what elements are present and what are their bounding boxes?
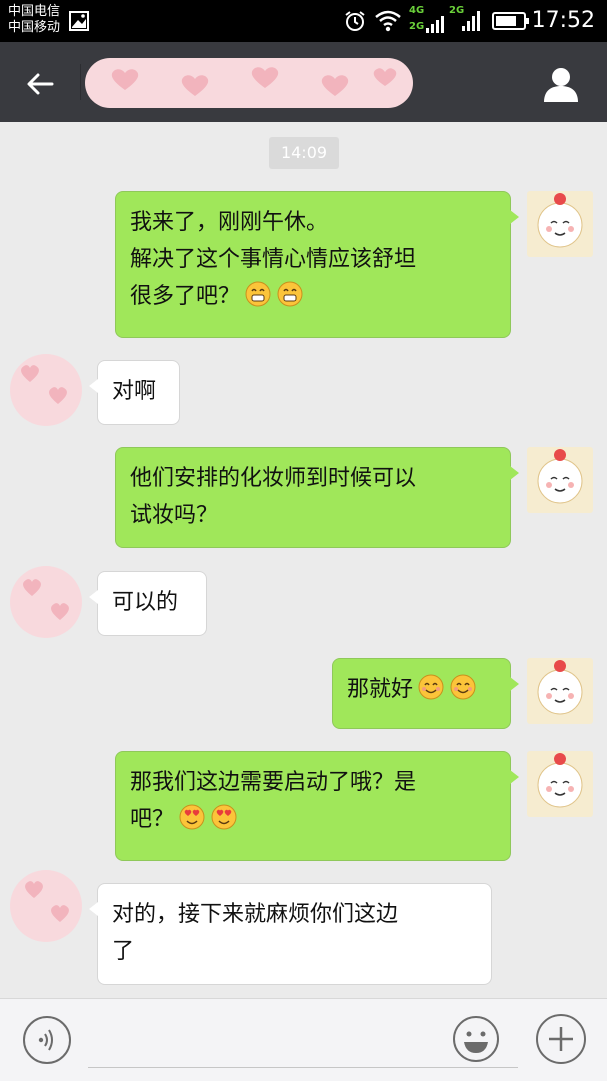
message-input-bar (0, 998, 607, 1081)
message-text: 我来了，刚刚午休。 (130, 210, 329, 235)
image-icon (69, 11, 89, 31)
message-text: 解决了这个事情心情应该舒坦 (130, 247, 417, 272)
grin-emoji-icon (245, 281, 271, 307)
wifi-icon (375, 10, 401, 32)
signal-icon (462, 11, 480, 31)
heart-eyes-emoji-icon (179, 804, 205, 830)
network-type-2: 2G (409, 21, 425, 32)
outgoing-message[interactable]: 那我们这边需要启动了哦？是 吧？ (115, 751, 519, 861)
chat-timestamp: 14:09 (269, 137, 339, 169)
carrier-label-2: 中国移动 (8, 20, 61, 35)
status-bar: 中国电信 中国移动 4G 2G 2G 17:52 (0, 0, 607, 42)
contact-avatar[interactable] (10, 870, 84, 944)
carrier-label-1: 中国电信 (8, 4, 61, 19)
my-avatar[interactable] (527, 658, 593, 724)
plus-icon[interactable] (535, 1013, 587, 1065)
message-text: 他们安排的化妆师到时候可以 (130, 466, 417, 491)
message-text: 那我们这边需要启动了哦？是 (130, 770, 417, 795)
my-avatar[interactable] (527, 447, 593, 513)
message-text: 了 (112, 939, 135, 964)
outgoing-message[interactable]: 那就好 (332, 658, 519, 729)
incoming-message[interactable]: 对啊 (89, 360, 180, 425)
alarm-icon (345, 11, 365, 31)
heart-eyes-emoji-icon (211, 804, 237, 830)
my-avatar[interactable] (527, 191, 593, 257)
my-avatar[interactable] (527, 751, 593, 817)
header-divider (80, 64, 81, 100)
message-text: 那就好 (347, 677, 414, 702)
voice-icon[interactable] (22, 1015, 72, 1065)
message-text: 对的，接下来就麻烦你们这边 (112, 902, 399, 927)
smile-emoji-icon (450, 674, 476, 700)
message-text: 对啊 (112, 379, 157, 404)
smile-emoji-icon (418, 674, 444, 700)
contact-avatar[interactable] (10, 354, 84, 428)
message-text: 可以的 (112, 590, 179, 615)
outgoing-message[interactable]: 他们安排的化妆师到时候可以 试妆吗？ (115, 447, 519, 548)
person-icon[interactable] (541, 64, 581, 104)
network-type-1: 4G (409, 5, 425, 16)
signal-icon (426, 16, 444, 33)
status-time: 17:52 (531, 8, 595, 33)
incoming-message[interactable]: 对的，接下来就麻烦你们这边 了 (89, 883, 492, 985)
outgoing-message[interactable]: 我来了，刚刚午休。 解决了这个事情心情应该舒坦 很多了吧？ (115, 191, 519, 338)
battery-icon (492, 12, 529, 30)
chat-title-mask (85, 58, 413, 108)
grin-emoji-icon (277, 281, 303, 307)
message-text: 试妆吗？ (130, 503, 219, 528)
arrow-left-icon[interactable] (22, 66, 58, 102)
contact-avatar[interactable] (10, 566, 84, 640)
incoming-message[interactable]: 可以的 (89, 571, 207, 636)
smiley-icon[interactable] (452, 1015, 500, 1063)
chat-header (0, 42, 607, 122)
message-text: 很多了吧？ (130, 284, 241, 309)
message-text: 吧？ (130, 807, 175, 832)
